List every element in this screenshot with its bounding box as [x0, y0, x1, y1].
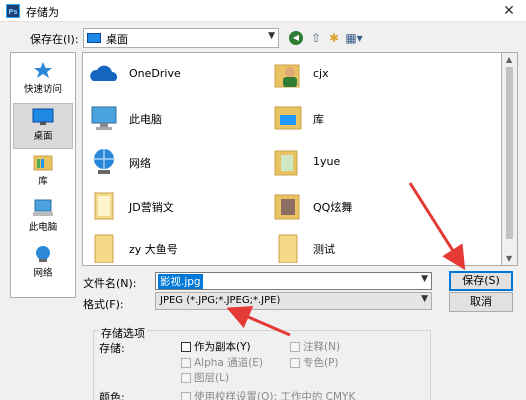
scroll-down-icon[interactable]: ▼ — [506, 254, 512, 263]
place-library[interactable]: 库 — [13, 149, 73, 195]
computer-icon — [33, 199, 53, 216]
list-item[interactable]: 测试 — [269, 231, 449, 267]
list-item[interactable]: zy 大鱼号 — [85, 231, 265, 267]
places-bar: 快速访问 桌面 库 此电脑 网络 — [10, 52, 76, 298]
place-network[interactable]: 网络 — [13, 241, 73, 287]
as-copy-checkbox[interactable]: 作为副本(Y) — [181, 339, 251, 354]
format-select[interactable]: JPEG (*.JPG;*.JPEG;*.JPE) ▼ — [155, 292, 432, 310]
up-folder-icon[interactable]: ⇧ — [307, 29, 325, 47]
list-item[interactable]: cjx — [269, 57, 449, 93]
folder-icon — [94, 234, 114, 263]
checkbox-box — [290, 357, 300, 368]
folder-icon — [274, 194, 300, 220]
checkbox-box — [181, 341, 191, 352]
window-title: 存储为 — [26, 6, 59, 19]
folder-icon — [94, 192, 114, 220]
desktop-icon — [87, 33, 101, 43]
place-label: 网络 — [33, 268, 53, 279]
chevron-down-icon: ▼ — [268, 31, 275, 41]
filename-value: 影视.jpg — [158, 274, 203, 289]
file-name: 此电脑 — [129, 113, 162, 126]
spot-colors-checkbox[interactable]: 专色(P) — [290, 355, 339, 370]
title-bar: Ps 存储为 ✕ — [0, 0, 526, 22]
alpha-channels-checkbox[interactable]: Alpha 通道(E) — [181, 355, 263, 370]
folder-icon — [274, 150, 298, 176]
library-icon — [274, 106, 302, 130]
scroll-up-icon[interactable]: ▲ — [506, 55, 512, 64]
save-in-value: 桌面 — [106, 33, 128, 46]
save-button[interactable]: 保存(S) — [449, 271, 513, 291]
file-name: 测试 — [313, 243, 335, 256]
network-icon — [36, 246, 50, 262]
store-label: 存储: — [99, 342, 125, 355]
list-item[interactable]: 1yue — [269, 145, 449, 181]
new-folder-icon[interactable]: ✱ — [325, 29, 343, 47]
proof-setup-checkbox[interactable]: 使用校样设置(O): 工作中的 CMYK — [181, 389, 355, 400]
file-name: 网络 — [129, 157, 151, 170]
place-label: 桌面 — [33, 131, 53, 142]
chevron-down-icon: ▼ — [421, 294, 428, 304]
color-label: 颜色: — [99, 391, 125, 400]
save-options-title: 存储选项 — [99, 325, 147, 341]
checkbox-label: 作为副本(Y) — [194, 341, 251, 353]
save-in-label: 保存在(I): — [30, 33, 79, 46]
vertical-scrollbar[interactable]: ▲ ▼ — [502, 52, 518, 266]
library-icon — [33, 155, 53, 171]
file-name: 库 — [313, 113, 324, 126]
place-this-pc[interactable]: 此电脑 — [13, 195, 73, 241]
list-item[interactable]: 库 — [269, 101, 449, 137]
checkbox-label: Alpha 通道(E) — [194, 357, 264, 369]
checkbox-box — [181, 357, 191, 368]
format-value: JPEG (*.JPG;*.JPEG;*.JPE) — [160, 295, 281, 306]
list-item[interactable]: QQ炫舞 — [269, 189, 449, 225]
file-name: cjx — [313, 67, 329, 80]
checkbox-label: 注释(N) — [303, 341, 341, 353]
file-name: QQ炫舞 — [313, 201, 353, 214]
checkbox-label: 图层(L) — [194, 372, 230, 384]
format-label: 格式(F): — [83, 298, 124, 311]
network-icon — [94, 149, 114, 174]
list-item[interactable]: OneDrive — [85, 57, 265, 93]
scrollbar-thumb[interactable] — [506, 67, 513, 239]
filename-input[interactable]: 影视.jpg ▼ — [155, 272, 432, 290]
checkbox-label: 使用校样设置(O): 工作中的 CMYK — [194, 391, 356, 400]
file-name: zy 大鱼号 — [129, 243, 178, 256]
place-desktop[interactable]: 桌面 — [13, 103, 73, 149]
checkbox-box — [181, 372, 191, 383]
star-icon — [34, 62, 52, 78]
place-label: 快速访问 — [23, 84, 62, 95]
computer-icon — [91, 106, 117, 130]
file-list: OneDrive cjx 此电脑 库 网络 1yue JD营销文 QQ炫舞 zy… — [82, 52, 502, 266]
checkbox-label: 专色(P) — [303, 357, 339, 369]
list-item[interactable]: 此电脑 — [85, 101, 265, 137]
save-as-dialog: Ps 存储为 ✕ 保存在(I): 桌面 ▼ ◀ ⇧ ✱ ▦▾ 快速访问 桌面 库… — [0, 0, 526, 400]
file-name: 1yue — [313, 155, 341, 168]
desktop-icon — [32, 108, 54, 125]
file-name: JD营销文 — [129, 201, 174, 214]
onedrive-icon — [90, 65, 117, 81]
checkbox-box — [290, 341, 300, 352]
chevron-down-icon[interactable]: ▼ — [421, 274, 428, 284]
folder-icon — [278, 234, 298, 263]
list-item[interactable]: 网络 — [85, 145, 265, 181]
cancel-button[interactable]: 取消 — [449, 292, 513, 312]
list-item[interactable]: JD营销文 — [85, 189, 265, 225]
save-in-dropdown[interactable]: 桌面 ▼ — [83, 28, 279, 48]
place-label: 此电脑 — [28, 222, 58, 233]
back-icon[interactable]: ◀ — [289, 31, 303, 45]
layers-checkbox[interactable]: 图层(L) — [181, 370, 229, 385]
photoshop-icon: Ps — [6, 4, 20, 18]
place-quick-access[interactable]: 快速访问 — [13, 57, 73, 103]
view-menu-icon[interactable]: ▦▾ — [343, 29, 365, 47]
checkbox-box — [181, 391, 191, 400]
user-folder-icon — [274, 64, 300, 88]
place-label: 库 — [38, 176, 48, 187]
notes-checkbox[interactable]: 注释(N) — [290, 339, 340, 354]
file-name: OneDrive — [129, 67, 181, 80]
filename-label: 文件名(N): — [83, 277, 137, 290]
close-icon[interactable]: ✕ — [496, 1, 522, 21]
